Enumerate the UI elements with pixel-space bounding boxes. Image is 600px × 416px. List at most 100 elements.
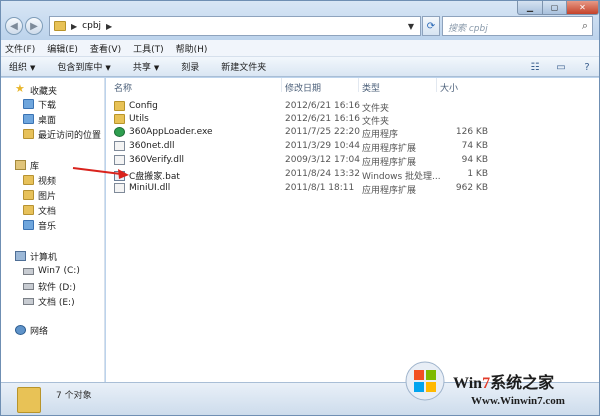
file-name: MiniUI.dll	[129, 183, 171, 193]
menu-tools[interactable]: 工具(T)	[133, 42, 164, 55]
explorer-window: ◀ ▶ ▶ cpbj ▶ ▼ ⟳ 搜索 cpbj ⌕ ▁ ▢ ✕ 文件(F) 编…	[0, 0, 600, 416]
column-divider[interactable]	[281, 78, 282, 92]
forward-arrow-icon: ▶	[30, 20, 38, 32]
title-bar: ◀ ▶ ▶ cpbj ▶ ▼ ⟳ 搜索 cpbj ⌕ ▁ ▢ ✕	[1, 1, 599, 40]
sidebar-label: 计算机	[30, 252, 58, 263]
preview-pane-icon[interactable]: ▭	[553, 59, 569, 75]
file-name: Config	[129, 101, 158, 111]
include-in-library-button[interactable]: 包含到库中 ▼	[57, 60, 110, 73]
back-arrow-icon: ◀	[10, 20, 18, 32]
address-dropdown-icon[interactable]: ▼	[404, 19, 418, 33]
sidebar-item-drive-d[interactable]: 软件 (D:)	[1, 279, 105, 293]
file-row[interactable]: Utils 2012/6/21 16:16 文件夹	[106, 112, 599, 127]
maximize-button[interactable]: ▢	[542, 1, 567, 15]
computer-icon	[15, 251, 26, 261]
library-icon	[15, 160, 26, 170]
column-header-type[interactable]: 类型	[362, 81, 380, 94]
file-date: 2012/6/21 16:16	[285, 101, 360, 111]
documents-library-icon	[23, 205, 34, 215]
watermark-brand: Win7系统之家	[453, 369, 554, 393]
file-type: 应用程序扩展	[362, 186, 417, 196]
sidebar-item-downloads[interactable]: 下载	[1, 97, 105, 111]
burn-button[interactable]: 刻录	[181, 60, 199, 73]
video-library-icon	[23, 175, 34, 185]
back-button[interactable]: ◀	[5, 17, 23, 35]
menu-help[interactable]: 帮助(H)	[176, 42, 208, 55]
search-icon[interactable]: ⌕	[582, 19, 588, 33]
sidebar-label: 文档	[38, 206, 57, 217]
sidebar-label: 文档 (E:)	[38, 297, 75, 308]
change-view-icon[interactable]: ☷	[527, 59, 543, 75]
file-row[interactable]: 360Verify.dll 2009/3/12 17:04 应用程序扩展 94 …	[106, 153, 599, 168]
folder-icon	[54, 21, 66, 31]
view-controls: ☷ ▭ ?	[517, 59, 595, 75]
file-date: 2012/6/21 16:16	[285, 114, 360, 124]
dropdown-caret-icon: ▼	[105, 64, 111, 72]
sidebar-item-drive-c[interactable]: Win7 (C:)	[1, 264, 105, 278]
sidebar-label: 最近访问的位置	[38, 130, 102, 141]
file-row[interactable]: 360AppLoader.exe 2011/7/25 22:20 应用程序 12…	[106, 125, 599, 140]
sidebar-item-music[interactable]: 音乐	[1, 218, 105, 232]
folder-icon	[114, 101, 125, 111]
column-header-size[interactable]: 大小	[440, 81, 458, 94]
maximize-icon: ▢	[550, 3, 559, 12]
annotation-arrow-icon	[72, 167, 129, 179]
file-row[interactable]: C盘搬家.bat 2011/8/24 13:32 Windows 批处理... …	[106, 167, 599, 182]
sidebar-item-desktop[interactable]: 桌面	[1, 112, 105, 126]
breadcrumb-chevron-icon[interactable]: ▶	[106, 22, 112, 31]
file-date: 2011/8/24 13:32	[285, 169, 360, 179]
new-folder-button[interactable]: 新建文件夹	[221, 60, 266, 73]
file-row[interactable]: Config 2012/6/21 16:16 文件夹	[106, 99, 599, 114]
column-divider[interactable]	[358, 78, 359, 92]
watermark-brand-a: Win	[453, 375, 483, 392]
dropdown-caret-icon: ▼	[30, 64, 36, 72]
watermark-brand-c: 系统之家	[490, 375, 555, 392]
sidebar-label: 库	[30, 161, 40, 172]
refresh-button[interactable]: ⟳	[422, 16, 440, 36]
sidebar-label: 网络	[30, 326, 49, 337]
sidebar-item-drive-e[interactable]: 文档 (E:)	[1, 294, 105, 308]
arrow-head	[118, 169, 129, 179]
organize-button[interactable]: 组织 ▼	[9, 60, 35, 73]
file-row[interactable]: 360net.dll 2011/3/29 10:44 应用程序扩展 74 KB	[106, 139, 599, 154]
sidebar-label: 收藏夹	[30, 86, 58, 97]
windows-logo-icon	[405, 361, 445, 401]
close-icon: ✕	[579, 3, 586, 12]
close-button[interactable]: ✕	[566, 1, 599, 15]
minimize-button[interactable]: ▁	[517, 1, 543, 15]
share-button[interactable]: 共享 ▼	[133, 60, 159, 73]
dll-file-icon	[114, 155, 125, 165]
menu-file[interactable]: 文件(F)	[5, 42, 35, 55]
menu-view[interactable]: 查看(V)	[90, 42, 121, 55]
search-input[interactable]: 搜索 cpbj ⌕	[442, 16, 593, 36]
sidebar-item-computer[interactable]: 计算机	[1, 249, 105, 263]
address-bar[interactable]: ▶ cpbj ▶ ▼	[49, 16, 421, 36]
file-size: 1 KB	[467, 169, 488, 179]
recent-places-icon	[23, 129, 34, 139]
forward-button[interactable]: ▶	[25, 17, 43, 35]
downloads-folder-icon	[23, 99, 34, 109]
column-header-name[interactable]: 名称	[114, 81, 132, 94]
dll-file-icon	[114, 183, 125, 193]
sidebar-item-network[interactable]: 网络	[1, 323, 105, 337]
menu-edit[interactable]: 编辑(E)	[47, 42, 78, 55]
watermark-url: Www.Winwin7.com	[471, 395, 565, 407]
command-bar: 组织 ▼ 包含到库中 ▼ 共享 ▼ 刻录 新建文件夹 ☷ ▭ ?	[1, 57, 599, 77]
watermark-brand-b: 7	[482, 375, 491, 392]
breadcrumb-cpbj[interactable]: cpbj	[82, 21, 101, 31]
star-icon: ★	[15, 82, 25, 95]
sidebar-item-favorites[interactable]: ★ 收藏夹	[1, 83, 105, 97]
column-header-date[interactable]: 修改日期	[285, 81, 321, 94]
column-divider[interactable]	[436, 78, 437, 92]
file-name: 360Verify.dll	[129, 155, 185, 165]
sidebar-item-documents[interactable]: 文档	[1, 203, 105, 217]
sidebar-item-pictures[interactable]: 图片	[1, 188, 105, 202]
file-name-cell: 360AppLoader.exe	[114, 127, 213, 137]
file-row[interactable]: MiniUI.dll 2011/8/1 18:11 应用程序扩展 962 KB	[106, 181, 599, 196]
sidebar-label: 视频	[38, 176, 57, 187]
breadcrumb-chevron-icon: ▶	[71, 21, 78, 31]
sidebar-item-recent[interactable]: 最近访问的位置	[1, 127, 105, 141]
help-icon[interactable]: ?	[579, 59, 595, 75]
sidebar-label: 软件 (D:)	[38, 282, 76, 293]
file-date: 2011/8/1 18:11	[285, 183, 355, 193]
